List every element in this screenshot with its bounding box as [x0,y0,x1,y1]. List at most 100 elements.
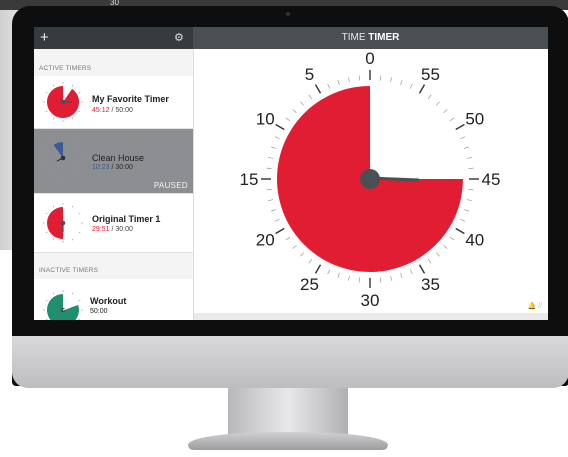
dial-minor-tick [308,258,313,264]
dial-minor-tick [358,75,360,81]
thumb-tick [45,147,48,150]
thumb-tick [45,91,48,94]
thumb-tick [52,117,55,120]
timer-thumbnail-icon [43,82,83,122]
timer-name: Clean House [92,153,145,163]
dial-minor-tick [274,136,280,140]
monitor-foot [188,432,388,450]
timer-total: / 30:00 [109,164,133,171]
dial-minor-tick [270,209,276,212]
thumb-tick [71,173,74,176]
thumb-tick [52,238,55,241]
bottom-strip [194,313,548,320]
dial-minor-tick [327,83,331,89]
dial-major-tick [314,264,322,274]
dial-label: 45 [482,170,501,189]
inactive-timers-label: INACTIVE TIMERS [39,267,99,274]
bell-icon[interactable]: 🔔 // [527,302,542,310]
dial-label: 20 [256,231,275,250]
paused-status: PAUSED [153,181,188,190]
thumb-tick [78,212,81,215]
dial-minor-tick [270,146,276,149]
dial-minor-tick [380,277,382,283]
dial-label: 35 [421,275,440,294]
dial-minor-tick [292,244,297,249]
timer-total: / 50:00 [109,107,133,114]
timer-row-clean-house[interactable]: Clean House 10:23 / 30:00 PAUSED [34,129,193,194]
thumb-tick [78,299,81,302]
dial-minor-tick [285,117,291,122]
timer-name: Original Timer 1 [92,214,161,224]
main-timer-panel: 0 5 10 15 20 25 30 35 40 45 50 55 🔔 // [194,49,548,320]
thumb-tick [78,91,81,94]
dial-minor-tick [400,79,403,85]
timer-time: 10:23 / 30:00 [92,164,133,171]
timer-time: 29:51 / 30:00 [92,226,133,233]
dial-major-tick [455,123,465,131]
thumb-tick [71,205,74,208]
dial-minor-tick [466,157,472,159]
dial-major-tick [418,264,426,274]
dial-minor-tick [348,275,350,281]
sidebar-header [34,27,193,49]
dial-minor-tick [337,273,340,279]
dial-minor-tick [460,136,466,140]
thumb-tick [78,318,81,320]
thumb-tick [45,110,48,113]
monitor-stand [228,388,348,434]
main-dial[interactable]: 0 5 10 15 20 25 30 35 40 45 50 55 [194,49,548,313]
thumb-tick [71,140,74,143]
dial-minor-tick [427,94,432,100]
dial-minor-tick [460,218,466,222]
dial-label: 5 [305,65,314,84]
thumb-tick [78,110,81,113]
dial-minor-tick [327,269,331,275]
timer-thumbnail-icon [43,138,83,178]
thumb-tick [52,205,55,208]
monitor-chin [12,336,568,388]
thumb-tick [78,166,81,169]
dial-center-knob[interactable] [360,169,380,189]
dial-major-tick [455,227,465,235]
thumb-tick [45,166,48,169]
thumb-tick [52,173,55,176]
settings-gear-icon[interactable]: ⚙ [174,31,184,44]
dial-minor-tick [300,101,305,106]
dial-minor-tick [358,277,360,283]
dial-label: 30 [361,291,380,310]
dial-minor-tick [300,252,305,257]
dial-label: 15 [240,170,259,189]
timer-thumbnail-icon [43,290,83,320]
dial-minor-tick [464,209,470,212]
dial-label: 25 [300,275,319,294]
add-icon[interactable]: + [40,29,49,46]
dial-minor-tick [427,258,432,264]
timer-elapsed: 10:23 [92,164,110,171]
app-title-brand: TIMER [368,32,400,43]
thumb-tick [45,299,48,302]
thumb-tick [71,238,74,241]
dial-minor-tick [268,199,274,201]
thumb-tick [78,147,81,150]
timer-row-workout[interactable]: Workout 50:00 [34,279,193,320]
timer-row-original-timer[interactable]: Original Timer 1 29:51 / 30:00 [34,194,193,253]
app-screen: + ⚙ TIME TIMER ACTIVE TIMERS My Favorite… [34,27,548,320]
dial-minor-tick [274,218,280,222]
thumb-tick [71,84,74,87]
timer-row-my-favorite[interactable]: My Favorite Timer 45:12 / 50:00 [34,76,193,129]
timer-sidebar: ACTIVE TIMERS My Favorite Timer 45:12 / … [34,49,194,320]
thumb-tick [52,84,55,87]
timer-name: Workout [90,296,127,306]
dial-major-tick [275,123,285,131]
thumb-sector [47,294,79,320]
dial-label: 0 [365,49,374,68]
dial-minor-tick [409,269,413,275]
thumb-tick [52,140,55,143]
app-title-prefix: TIME [341,32,369,43]
dial-minor-tick [266,189,272,191]
dial-minor-tick [292,109,297,114]
thumb-tick [45,318,48,320]
dial-minor-tick [268,157,274,159]
dial-label: 50 [465,110,484,129]
dial-label: 40 [465,231,484,250]
